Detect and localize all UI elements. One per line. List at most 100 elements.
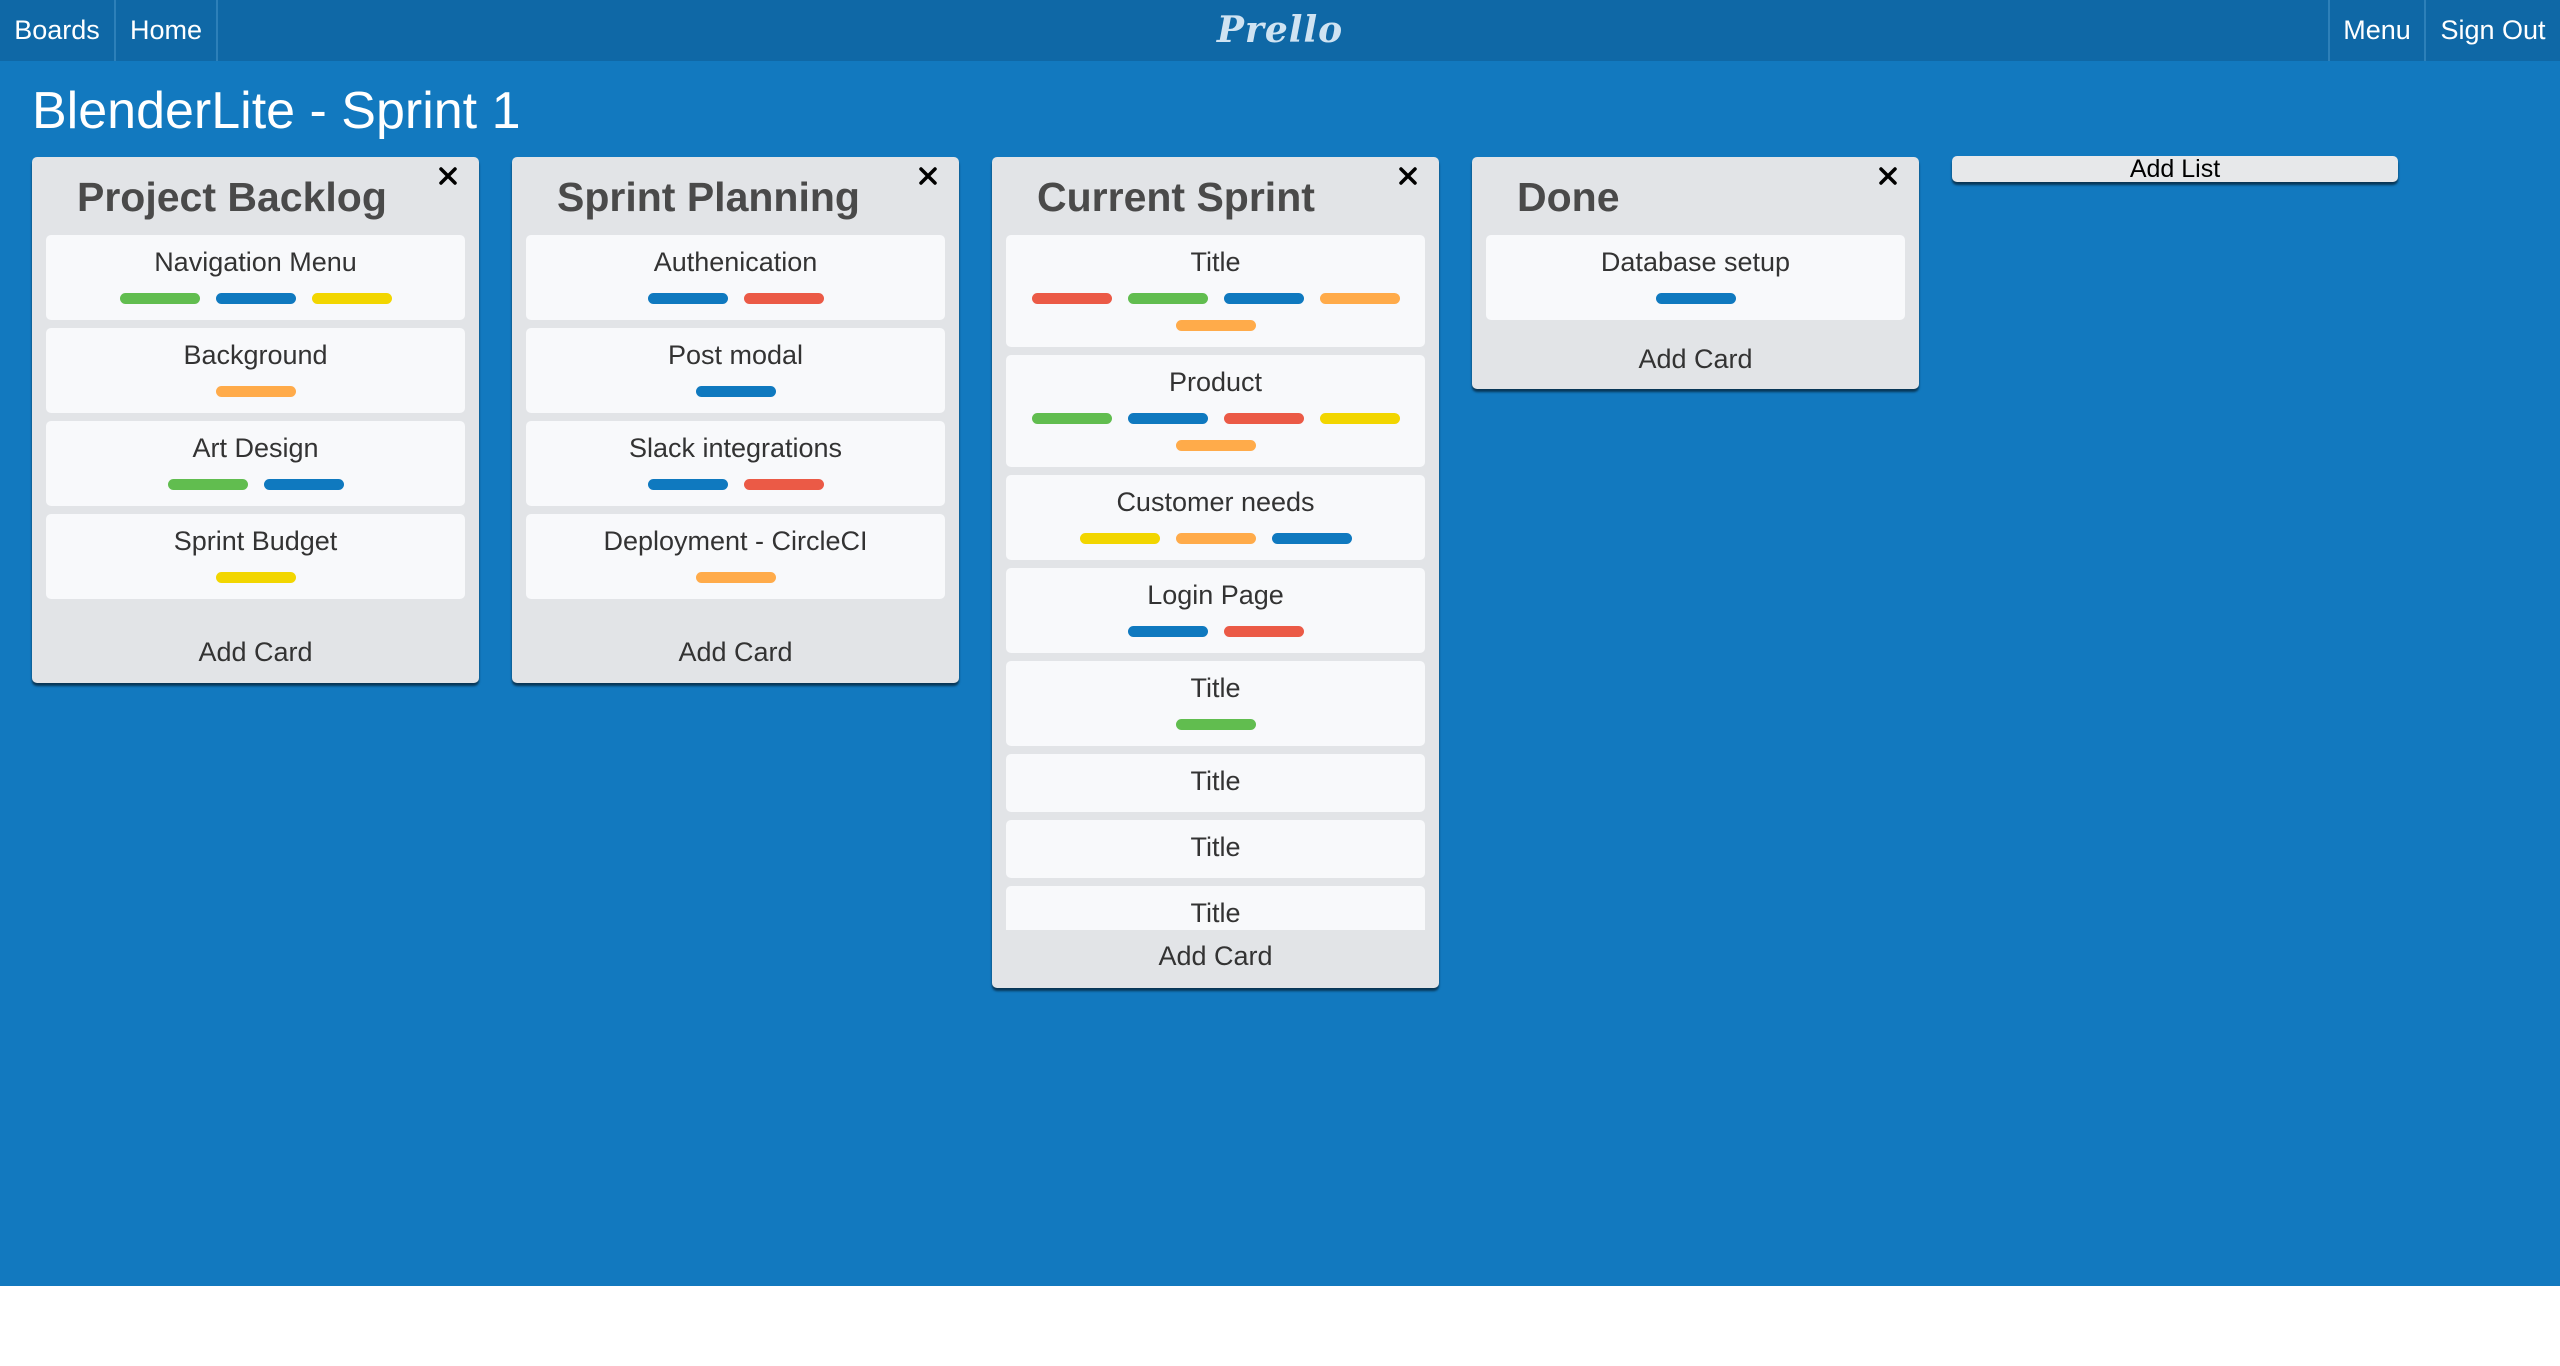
- card-list: Database setup: [1486, 235, 1905, 331]
- card[interactable]: Database setup: [1486, 235, 1905, 320]
- card-labels: [526, 279, 945, 320]
- label-green: [1175, 719, 1256, 730]
- add-card-button[interactable]: Add Card: [512, 626, 959, 678]
- list-title[interactable]: Done: [1517, 167, 1620, 227]
- list-title[interactable]: Sprint Planning: [557, 167, 860, 227]
- card-labels: [1486, 279, 1905, 320]
- label-green: [1127, 293, 1208, 304]
- label-red: [743, 479, 824, 490]
- card[interactable]: Title: [1006, 886, 1425, 930]
- card-title: Title: [1190, 898, 1241, 928]
- add-card-button[interactable]: Add Card: [992, 930, 1439, 982]
- label-blue: [1127, 413, 1208, 424]
- card-labels: [526, 372, 945, 413]
- card-title: Art Design: [192, 433, 319, 463]
- card[interactable]: Title: [1006, 820, 1425, 878]
- card-title: Database setup: [1600, 247, 1791, 277]
- label-orange: [1175, 533, 1256, 544]
- add-card-button[interactable]: Add Card: [1472, 333, 1919, 385]
- label-yellow: [1079, 533, 1160, 544]
- label-yellow: [215, 572, 296, 583]
- card-title: Post modal: [667, 340, 804, 370]
- label-yellow: [1319, 413, 1400, 424]
- card-labels: [1006, 399, 1425, 467]
- card[interactable]: Authenication: [526, 235, 945, 320]
- card-title: Sprint Budget: [173, 526, 338, 556]
- sign-out-button[interactable]: Sign Out: [2426, 0, 2560, 61]
- card[interactable]: Product: [1006, 355, 1425, 467]
- card-labels: [1006, 519, 1425, 560]
- card[interactable]: Slack integrations: [526, 421, 945, 506]
- card-title: Deployment - CircleCI: [603, 526, 868, 556]
- label-red: [1223, 413, 1304, 424]
- label-green: [119, 293, 200, 304]
- label-red: [1223, 626, 1304, 637]
- card[interactable]: Background: [46, 328, 465, 413]
- card-title: Authenication: [653, 247, 818, 277]
- card-labels: [46, 465, 465, 506]
- card-title: Navigation Menu: [154, 247, 357, 277]
- label-blue: [1271, 533, 1352, 544]
- add-list-button[interactable]: Add List: [1952, 156, 2398, 182]
- label-blue: [647, 293, 728, 304]
- label-red: [743, 293, 824, 304]
- label-blue: [1127, 626, 1208, 637]
- prello-logo[interactable]: Prello: [0, 0, 2560, 61]
- close-list-icon[interactable]: [911, 159, 945, 193]
- label-orange: [695, 572, 776, 583]
- board-title: BlenderLite - Sprint 1: [32, 82, 521, 140]
- label-green: [1031, 413, 1112, 424]
- close-list-icon[interactable]: [1871, 159, 1905, 193]
- card-title: Customer needs: [1116, 487, 1315, 517]
- close-list-icon[interactable]: [1391, 159, 1425, 193]
- top-nav-bar: Boards Home Prello Menu Sign Out: [0, 0, 2560, 61]
- card-title: Product: [1168, 367, 1263, 397]
- card-labels: [46, 279, 465, 320]
- card-list[interactable]: Title Product Customer needs Login Page Titl…: [1006, 235, 1425, 930]
- card[interactable]: Sprint Budget: [46, 514, 465, 599]
- label-red: [1031, 293, 1112, 304]
- card[interactable]: Deployment - CircleCI: [526, 514, 945, 599]
- label-green: [167, 479, 248, 490]
- label-blue: [695, 386, 776, 397]
- card-title: Title: [1190, 247, 1241, 277]
- list-project-backlog: Project Backlog Navigation Menu Backgroun…: [32, 157, 479, 683]
- card[interactable]: Art Design: [46, 421, 465, 506]
- card-title: Title: [1190, 832, 1241, 862]
- label-blue: [1223, 293, 1304, 304]
- card-labels: [1006, 612, 1425, 653]
- card[interactable]: Title: [1006, 754, 1425, 812]
- list-current-sprint: Current Sprint Title Product Customer need…: [992, 157, 1439, 988]
- label-orange: [1319, 293, 1400, 304]
- menu-button[interactable]: Menu: [2330, 0, 2424, 61]
- card[interactable]: Navigation Menu: [46, 235, 465, 320]
- card-labels: [1006, 279, 1425, 347]
- card-labels: [46, 372, 465, 413]
- card-labels: [1006, 705, 1425, 746]
- card-title: Slack integrations: [628, 433, 843, 463]
- label-orange: [1175, 320, 1256, 331]
- label-blue: [263, 479, 344, 490]
- card-labels: [526, 465, 945, 506]
- list-title[interactable]: Project Backlog: [77, 167, 387, 227]
- card[interactable]: Customer needs: [1006, 475, 1425, 560]
- card[interactable]: Login Page: [1006, 568, 1425, 653]
- label-blue: [1655, 293, 1736, 304]
- card[interactable]: Title: [1006, 661, 1425, 746]
- label-blue: [215, 293, 296, 304]
- card-labels: [46, 558, 465, 599]
- card-list: Navigation Menu Background Art Design Sprin…: [46, 235, 465, 607]
- card[interactable]: Post modal: [526, 328, 945, 413]
- card-title: Login Page: [1147, 580, 1284, 610]
- board-canvas: Boards Home Prello Menu Sign Out Blender…: [0, 0, 2560, 1286]
- card-labels: [526, 558, 945, 599]
- list-sprint-planning: Sprint Planning Authenication Post modal S…: [512, 157, 959, 683]
- add-card-button[interactable]: Add Card: [32, 626, 479, 678]
- list-done: Done Database setup Add Card: [1472, 157, 1919, 389]
- close-list-icon[interactable]: [431, 159, 465, 193]
- card-title: Background: [183, 340, 328, 370]
- card[interactable]: Title: [1006, 235, 1425, 347]
- list-title[interactable]: Current Sprint: [1037, 167, 1315, 227]
- card-list: Authenication Post modal Slack integration…: [526, 235, 945, 607]
- label-yellow: [311, 293, 392, 304]
